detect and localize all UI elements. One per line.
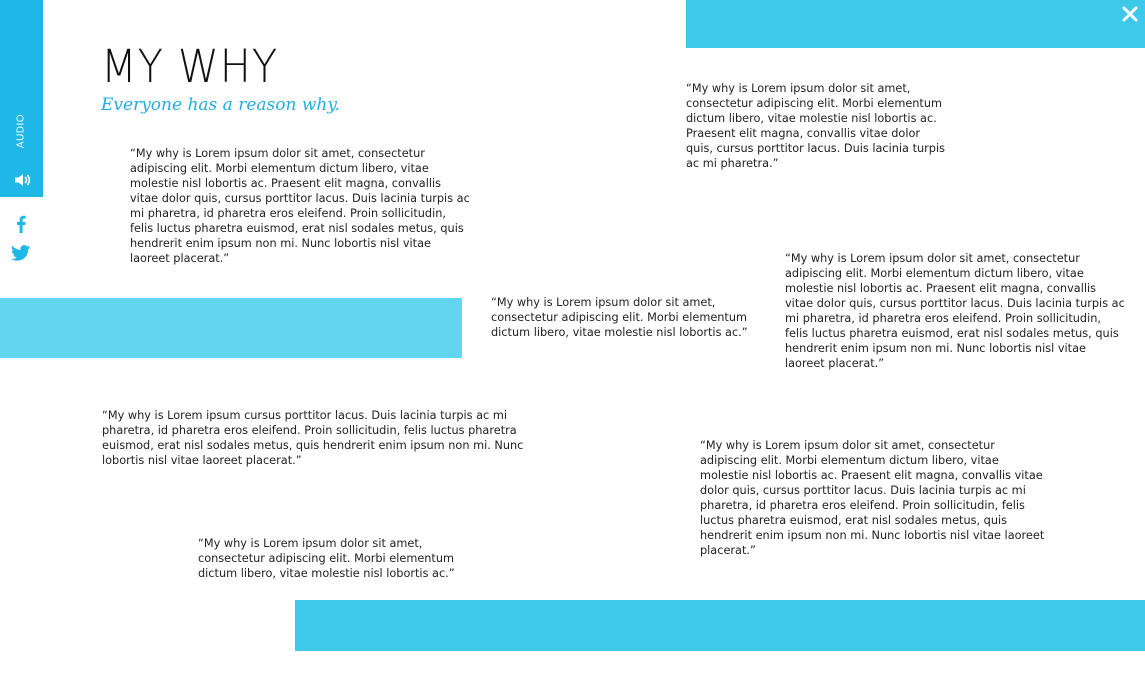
quote-text: “My why is Lorem ipsum dolor sit amet, c… [198, 537, 455, 580]
audio-toggle[interactable]: AUDIO [0, 0, 43, 197]
quote-text: “My why is Lorem ipsum dolor sit amet, c… [785, 252, 1125, 370]
quote-text: “My why is Lorem ipsum cursus porttitor … [102, 409, 524, 467]
speaker-icon[interactable] [14, 173, 32, 187]
accent-block-top [686, 0, 1145, 48]
close-icon[interactable] [1118, 2, 1142, 26]
accent-block-middle [0, 298, 462, 358]
quote-text: “My why is Lorem ipsum dolor sit amet, c… [130, 147, 470, 265]
quote-text: “My why is Lorem ipsum dolor sit amet, c… [491, 296, 748, 339]
audio-label: AUDIO [15, 113, 27, 149]
facebook-icon[interactable] [14, 215, 28, 233]
page-title: MY WHY [101, 40, 279, 93]
quote-text: “My why is Lorem ipsum dolor sit amet, c… [700, 439, 1045, 557]
quote-text: “My why is Lorem ipsum dolor sit amet, c… [686, 82, 946, 170]
sidebar: AUDIO [0, 0, 43, 297]
twitter-icon[interactable] [11, 245, 31, 261]
accent-block-bottom [295, 600, 1145, 651]
page-subtitle: Everyone has a reason why. [101, 95, 341, 115]
